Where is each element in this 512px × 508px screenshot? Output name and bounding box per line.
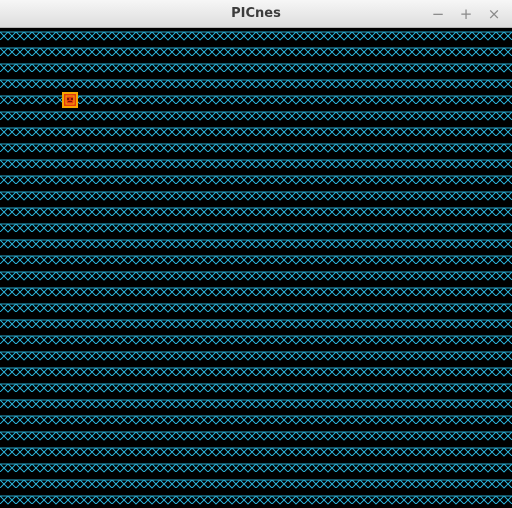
sprite-face-icon xyxy=(65,95,75,105)
titlebar[interactable]: PICnes − + × xyxy=(0,0,512,28)
minimize-button[interactable]: − xyxy=(428,4,448,24)
minimize-icon: − xyxy=(431,5,445,23)
app-window: PICnes − + × xyxy=(0,0,512,508)
maximize-button[interactable]: + xyxy=(456,4,476,24)
close-icon: × xyxy=(487,5,501,23)
maximize-icon: + xyxy=(459,5,473,23)
close-button[interactable]: × xyxy=(484,4,504,24)
emulator-screen[interactable] xyxy=(0,28,512,508)
player-sprite xyxy=(62,92,78,108)
